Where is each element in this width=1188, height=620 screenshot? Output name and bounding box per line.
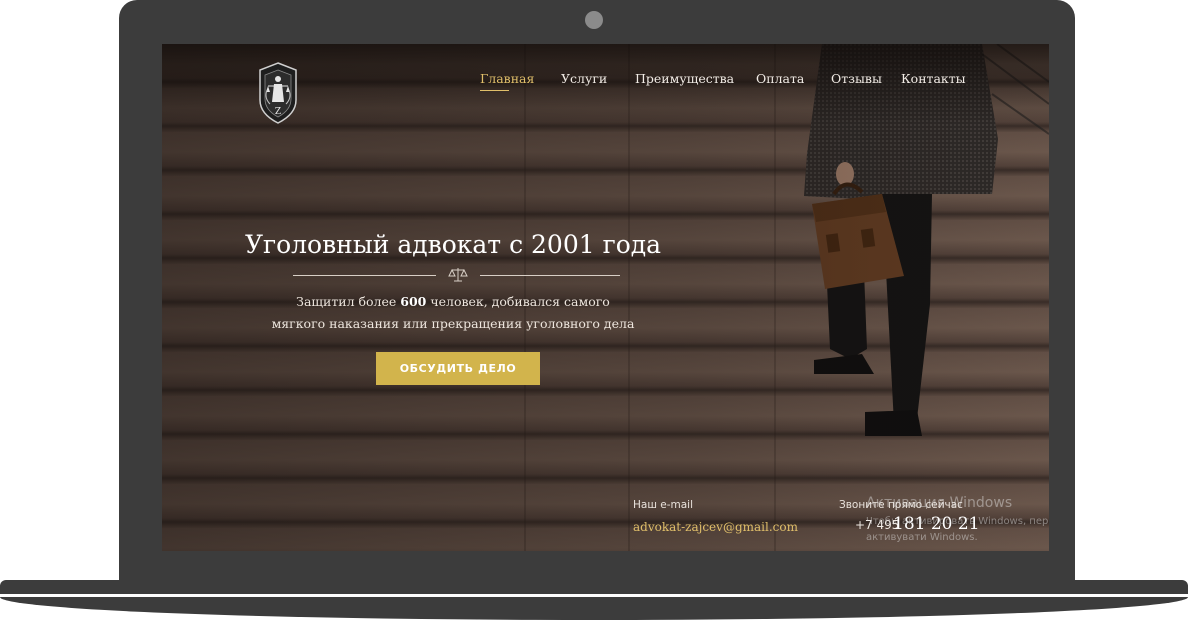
nav-item-services[interactable]: Услуги [561, 71, 607, 86]
nav-item-advantages[interactable]: Преимущества [635, 71, 734, 86]
main-navigation: Главная Услуги Преимущества Оплата Отзыв… [162, 71, 1049, 95]
hero-subtitle-number: 600 [400, 294, 427, 309]
scales-icon [448, 268, 468, 282]
webcam-icon [585, 11, 603, 29]
nav-item-payment[interactable]: Оплата [756, 71, 804, 86]
email-link[interactable]: advokat-zajcev@gmail.com [633, 520, 798, 534]
hero-title: Уголовный адвокат с 2001 года [244, 230, 662, 259]
nav-item-contacts[interactable]: Контакты [901, 71, 966, 86]
hero-subtitle-line2: мягкого наказания или прекращения уголов… [271, 316, 635, 331]
divider-line-right [480, 275, 620, 276]
divider-line-left [293, 275, 436, 276]
active-nav-underline [480, 90, 509, 91]
laptop-base [0, 580, 1188, 594]
nav-item-home[interactable]: Главная [480, 71, 534, 86]
windows-activation-text: Чтобы активировать Windows, перейдите к … [866, 516, 1049, 527]
windows-activation-text-2: активувати Windows. [866, 532, 978, 543]
nav-item-reviews[interactable]: Отзывы [831, 71, 882, 86]
logo-letter: Z [275, 107, 281, 117]
website-screen: Z Главная Услуги Преимущества Оплата Отз… [162, 44, 1049, 551]
discuss-case-button[interactable]: ОБСУДИТЬ ДЕЛО [376, 352, 540, 385]
email-label: Наш e-mail [633, 499, 694, 511]
laptop-base-bottom [0, 597, 1188, 620]
windows-activation-title: Активация Windows [866, 495, 1013, 511]
hero-subtitle: Защитил более 600 человек, добивался сам… [232, 291, 674, 335]
hero-subtitle-text: Защитил более [296, 294, 401, 309]
hero-subtitle-text-cont: человек, добивался самого [426, 294, 610, 309]
